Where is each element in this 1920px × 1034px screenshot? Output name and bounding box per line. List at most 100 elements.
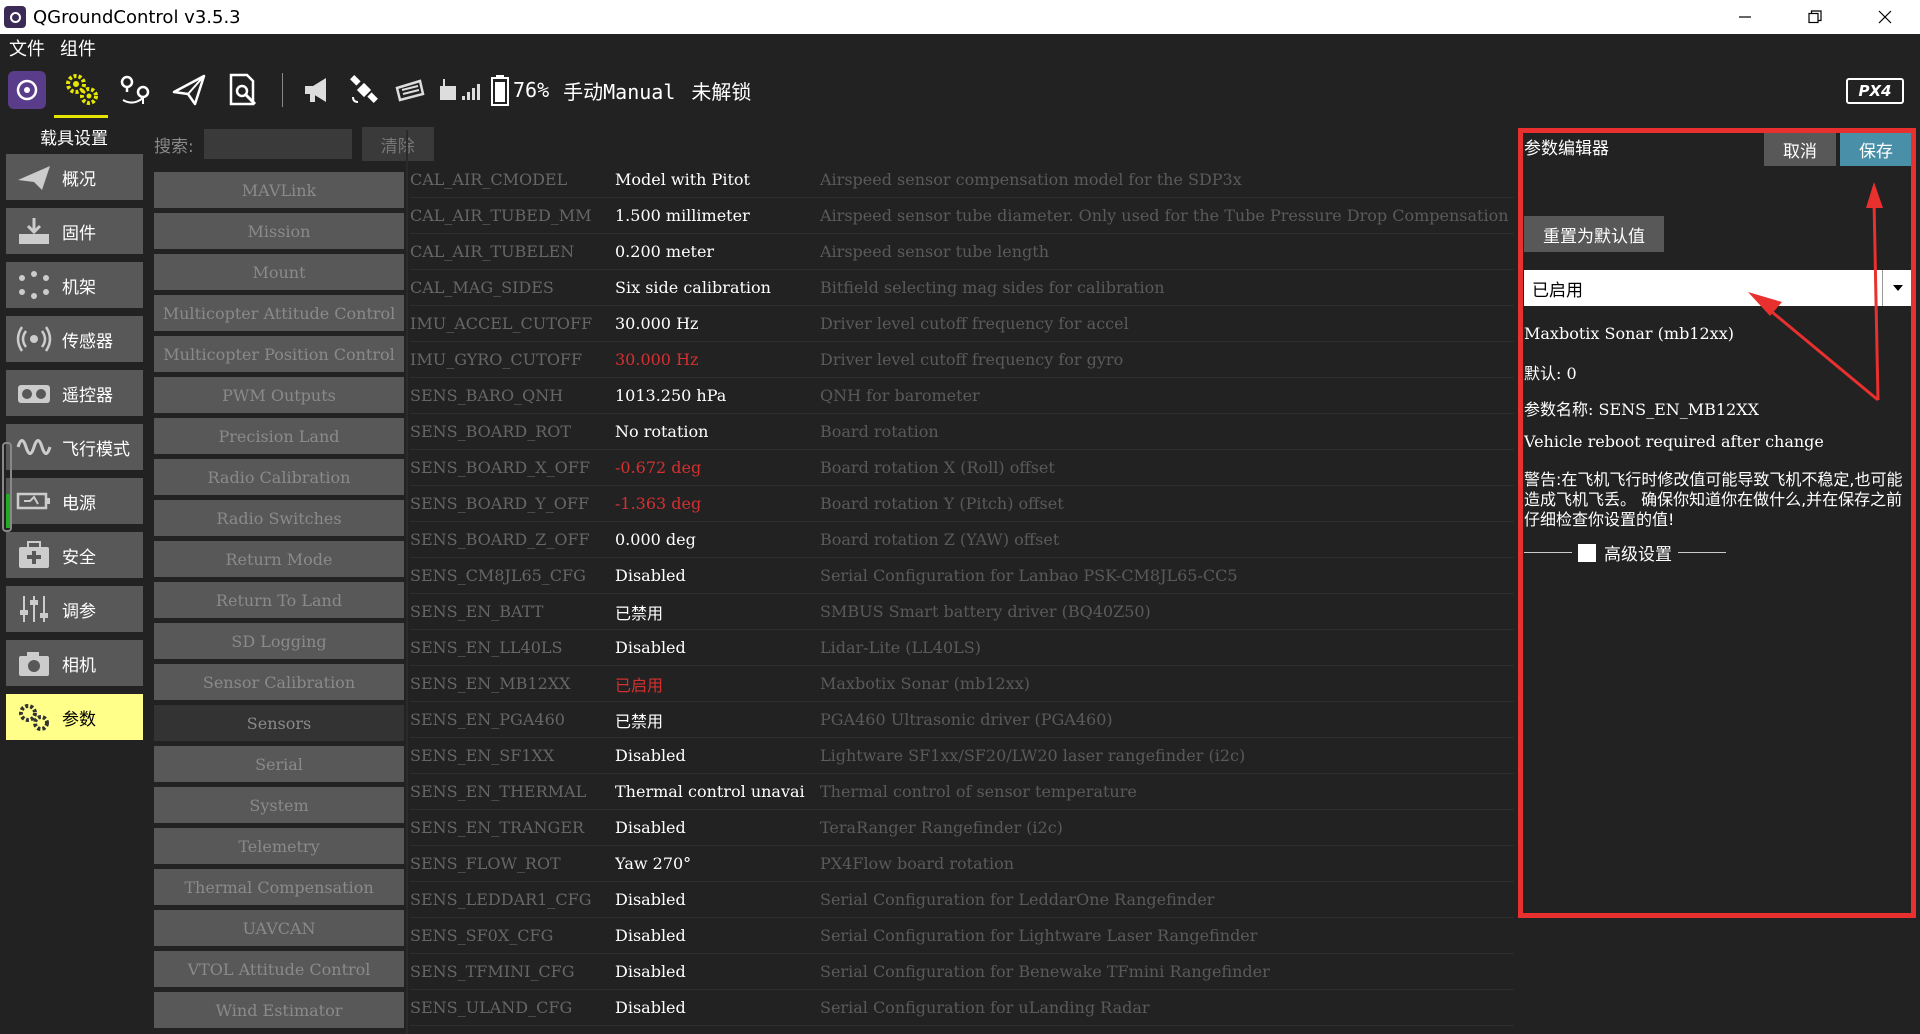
group-button[interactable]: Sensor Calibration	[154, 664, 404, 700]
group-button[interactable]: Radio Calibration	[154, 459, 404, 495]
param-row[interactable]: SENS_LEDDAR1_CFG Disabled Serial Configura…	[410, 882, 1514, 918]
param-row-name: SENS_BOARD_X_OFF	[410, 458, 590, 477]
restore-icon	[1808, 10, 1822, 24]
group-button[interactable]: MAVLink	[154, 172, 404, 208]
group-button[interactable]: Multicopter Position Control	[154, 336, 404, 372]
sidebar-item-2[interactable]: 机架	[6, 262, 143, 308]
group-button[interactable]: Multicopter Attitude Control	[154, 295, 404, 331]
plan-view-button[interactable]	[108, 62, 162, 118]
param-row[interactable]: SENS_BOARD_ROT No rotation Board rotation	[410, 414, 1514, 450]
sidebar-item-8[interactable]: 调参	[6, 586, 143, 632]
search-row: 搜索: 清除	[148, 126, 434, 162]
messages-button[interactable]	[295, 62, 341, 118]
sidebar-scroll-indicator[interactable]	[2, 442, 12, 532]
search-input[interactable]	[203, 129, 352, 159]
param-description: Maxbotix Sonar (mb12xx)	[1524, 324, 1734, 343]
sidebar-item-label: 飞行模式	[62, 439, 130, 460]
sidebar-item-0[interactable]: 概况	[6, 154, 143, 200]
param-row-description: SMBUS Smart battery driver (BQ40Z50)	[820, 602, 1151, 621]
sidebar-item-1[interactable]: 固件	[6, 208, 143, 254]
vehicle-setup-button[interactable]	[54, 62, 108, 118]
waypoint-icon	[120, 75, 150, 104]
param-row[interactable]: SENS_EN_TRANGER Disabled TeraRanger Rangef…	[410, 810, 1514, 846]
rc-rssi-button[interactable]	[433, 62, 487, 118]
group-button[interactable]: Return Mode	[154, 541, 404, 577]
param-row-value: Disabled	[615, 566, 686, 585]
chevron-down-icon[interactable]	[1882, 270, 1912, 306]
sidebar-item-9[interactable]: 相机	[6, 640, 143, 686]
group-button[interactable]: Radio Switches	[154, 500, 404, 536]
sidebar-item-6[interactable]: 电源	[6, 478, 143, 524]
param-row[interactable]: CAL_MAG_SIDES Six side calibration Bitfiel…	[410, 270, 1514, 306]
battery-status-button[interactable]: 76%	[491, 62, 549, 118]
group-button[interactable]: System	[154, 787, 404, 823]
param-row[interactable]: CAL_AIR_TUBED_MM 1.500 millimeter Airspeed…	[410, 198, 1514, 234]
cancel-button[interactable]: 取消	[1764, 132, 1836, 166]
clear-button[interactable]: 清除	[361, 127, 434, 161]
megaphone-icon	[305, 78, 326, 102]
param-row-description: PGA460 Ultrasonic driver (PGA460)	[820, 710, 1113, 729]
param-row[interactable]: CAL_AIR_CMODEL Model with Pitot Airspeed s…	[410, 162, 1514, 198]
value-select-text: 已启用	[1532, 280, 1583, 301]
param-name: 参数名称: SENS_EN_MB12XX	[1524, 400, 1760, 419]
group-button[interactable]: Mount	[154, 254, 404, 290]
param-row[interactable]: SENS_SF0X_CFG Disabled Serial Configuratio…	[410, 918, 1514, 954]
param-row[interactable]: CAL_AIR_TUBELEN 0.200 meter Airspeed senso…	[410, 234, 1514, 270]
sidebar-item-5[interactable]: 飞行模式	[6, 424, 143, 470]
param-row[interactable]: SENS_EN_LL40LS Disabled Lidar-Lite (LL40LS…	[410, 630, 1514, 666]
group-button[interactable]: Sensors	[154, 705, 404, 741]
param-row[interactable]: SENS_CM8JL65_CFG Disabled Serial Configura…	[410, 558, 1514, 594]
arm-status[interactable]: 未解锁	[691, 76, 751, 105]
restore-button[interactable]	[1780, 0, 1850, 34]
param-row[interactable]: SENS_ULAND_CFG Disabled Serial Configurati…	[410, 990, 1514, 1026]
param-row[interactable]: SENS_EN_BATT 已禁用 SMBUS Smart battery drive…	[410, 594, 1514, 630]
fly-view-button[interactable]	[162, 62, 216, 118]
minimize-button[interactable]	[1710, 0, 1780, 34]
sidebar-item-label: 电源	[62, 493, 96, 514]
group-button[interactable]: UAVCAN	[154, 910, 404, 946]
group-button[interactable]: VTOL Attitude Control	[154, 951, 404, 987]
param-row[interactable]: SENS_BOARD_Y_OFF -1.363 deg Board rotation…	[410, 486, 1514, 522]
sidebar-item-label: 固件	[62, 223, 96, 244]
analyze-view-button[interactable]	[216, 62, 270, 118]
group-button[interactable]: Mission	[154, 213, 404, 249]
menu-file[interactable]: 文件	[9, 35, 45, 61]
menu-widgets[interactable]: 组件	[60, 35, 96, 61]
group-button[interactable]: SD Logging	[154, 623, 404, 659]
gps-status-button[interactable]	[341, 62, 387, 118]
advanced-checkbox[interactable]	[1578, 543, 1596, 562]
advanced-settings-row[interactable]: 高级设置	[1524, 540, 1726, 565]
qgc-home-button[interactable]	[0, 62, 54, 118]
param-row-name: IMU_GYRO_CUTOFF	[410, 350, 583, 369]
sidebar-item-3[interactable]: 传感器	[6, 316, 143, 362]
param-row[interactable]: SENS_EN_THERMAL Thermal control unavai The…	[410, 774, 1514, 810]
sidebar-item-4[interactable]: 遥控器	[6, 370, 143, 416]
sidebar-item-7[interactable]: 安全	[6, 532, 143, 578]
param-row[interactable]: SENS_EN_PGA460 已禁用 PGA460 Ultrasonic drive…	[410, 702, 1514, 738]
param-row[interactable]: SENS_TFMINI_CFG Disabled Serial Configurat…	[410, 954, 1514, 990]
save-button[interactable]: 保存	[1840, 132, 1912, 166]
group-button[interactable]: Serial	[154, 746, 404, 782]
group-button[interactable]: PWM Outputs	[154, 377, 404, 413]
param-row[interactable]: SENS_BOARD_X_OFF -0.672 deg Board rotation…	[410, 450, 1514, 486]
param-row[interactable]: IMU_GYRO_CUTOFF 30.000 Hz Driver level cut…	[410, 342, 1514, 378]
param-row[interactable]: SENS_EN_SF1XX Disabled Lightware SF1xx/SF2…	[410, 738, 1514, 774]
group-button[interactable]: Thermal Compensation	[154, 869, 404, 905]
reset-default-button[interactable]: 重置为默认值	[1524, 216, 1664, 252]
param-row[interactable]: SENS_EN_MB12XX 已启用 Maxbotix Sonar (mb12xx)	[410, 666, 1514, 702]
group-button[interactable]: Precision Land	[154, 418, 404, 454]
param-row[interactable]: SENS_BOARD_Z_OFF 0.000 deg Board rotation …	[410, 522, 1514, 558]
param-row[interactable]: SENS_FLOW_ROT Yaw 270° PX4Flow board rotat…	[410, 846, 1514, 882]
flight-mode-selector[interactable]: 手动Manual	[563, 76, 675, 105]
param-row[interactable]: SENS_BARO_QNH 1013.250 hPa QNH for baromet…	[410, 378, 1514, 414]
telemetry-rssi-button[interactable]	[387, 62, 433, 118]
value-select[interactable]: 已启用	[1524, 270, 1912, 306]
group-button[interactable]: Wind Estimator	[154, 992, 404, 1028]
sidebar-item-10[interactable]: 参数	[6, 694, 143, 740]
group-button[interactable]: Return To Land	[154, 582, 404, 618]
editor-title: 参数编辑器	[1524, 139, 1609, 159]
wave-icon	[12, 432, 56, 462]
param-row[interactable]: IMU_ACCEL_CUTOFF 30.000 Hz Driver level cu…	[410, 306, 1514, 342]
close-button[interactable]	[1850, 0, 1920, 34]
group-button[interactable]: Telemetry	[154, 828, 404, 864]
